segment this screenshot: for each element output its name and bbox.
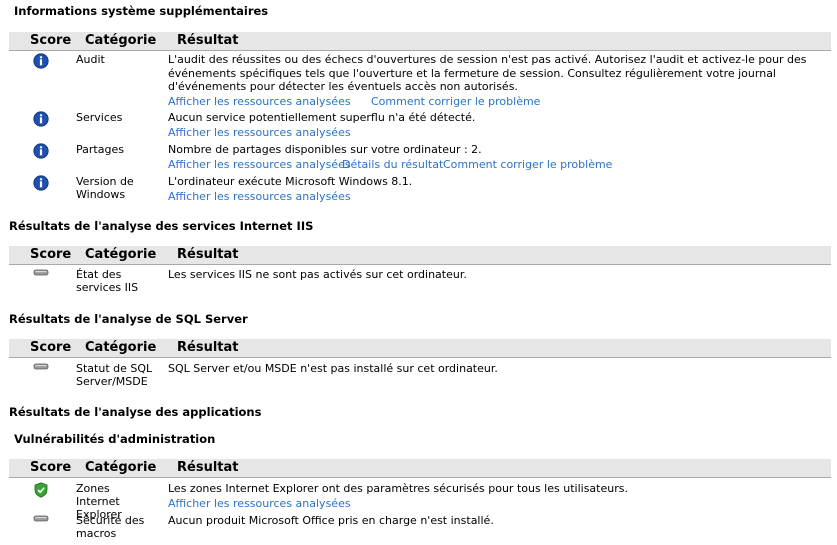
link-how-to-fix[interactable]: Comment corriger le problème — [371, 95, 540, 109]
category-cell: État des services IIS — [76, 268, 139, 294]
category-cell: Sécurité des macros — [76, 514, 145, 540]
category-cell: Partages — [76, 143, 124, 156]
link-view-resources[interactable]: Afficher les ressources analysées — [168, 126, 351, 140]
link-view-resources[interactable]: Afficher les ressources analysées — [168, 158, 351, 172]
table-header: Score Catégorie Résultat — [9, 339, 831, 358]
category-cell: Statut de SQL Server/MSDE — [76, 362, 153, 388]
subsection-title-admin-vulnerabilities: Vulnérabilités d'administration — [14, 432, 216, 446]
link-view-resources[interactable]: Afficher les ressources analysées — [168, 190, 351, 204]
section-title-system-info: Informations système supplémentaires — [14, 4, 269, 18]
link-result-details[interactable]: Détails du résultat — [342, 158, 443, 172]
not-applicable-icon — [33, 268, 49, 284]
col-result: Résultat — [177, 460, 239, 475]
info-icon — [33, 111, 49, 127]
section-title-iis: Résultats de l'analyse des services Inte… — [9, 219, 314, 233]
not-applicable-icon — [33, 362, 49, 378]
category-cell: Audit — [76, 53, 105, 66]
col-score: Score — [30, 460, 72, 475]
info-icon — [33, 175, 49, 191]
col-category: Catégorie — [85, 340, 157, 355]
result-text: SQL Server et/ou MSDE n'est pas installé… — [168, 362, 498, 375]
category-cell: Version de Windows — [76, 175, 134, 201]
category-cell: Services — [76, 111, 123, 124]
info-icon — [33, 53, 49, 69]
col-result: Résultat — [177, 247, 239, 262]
col-score: Score — [30, 33, 72, 48]
section-title-sql: Résultats de l'analyse de SQL Server — [9, 312, 248, 326]
result-text: Les zones Internet Explorer ont des para… — [168, 482, 628, 495]
col-category: Catégorie — [85, 33, 157, 48]
link-view-resources[interactable]: Afficher les ressources analysées — [168, 497, 351, 511]
info-icon — [33, 143, 49, 159]
section-title-applications: Résultats de l'analyse des applications — [9, 405, 262, 419]
pass-shield-icon — [33, 482, 49, 498]
not-applicable-icon — [33, 514, 49, 530]
col-result: Résultat — [177, 340, 239, 355]
result-text: Aucun produit Microsoft Office pris en c… — [168, 514, 494, 527]
col-score: Score — [30, 247, 72, 262]
col-category: Catégorie — [85, 247, 157, 262]
col-result: Résultat — [177, 33, 239, 48]
col-score: Score — [30, 340, 72, 355]
col-category: Catégorie — [85, 460, 157, 475]
result-text: L'ordinateur exécute Microsoft Windows 8… — [168, 175, 413, 188]
link-how-to-fix[interactable]: Comment corriger le problème — [443, 158, 612, 172]
result-text: Les services IIS ne sont pas activés sur… — [168, 268, 467, 281]
result-text: Aucun service potentiellement superflu n… — [168, 111, 476, 124]
table-header: Score Catégorie Résultat — [9, 32, 831, 51]
result-text: Nombre de partages disponibles sur votre… — [168, 143, 482, 156]
result-text: L'audit des réussites ou des échecs d'ou… — [168, 53, 807, 93]
table-header: Score Catégorie Résultat — [9, 246, 831, 265]
link-view-resources[interactable]: Afficher les ressources analysées — [168, 95, 351, 109]
table-header: Score Catégorie Résultat — [9, 459, 831, 478]
